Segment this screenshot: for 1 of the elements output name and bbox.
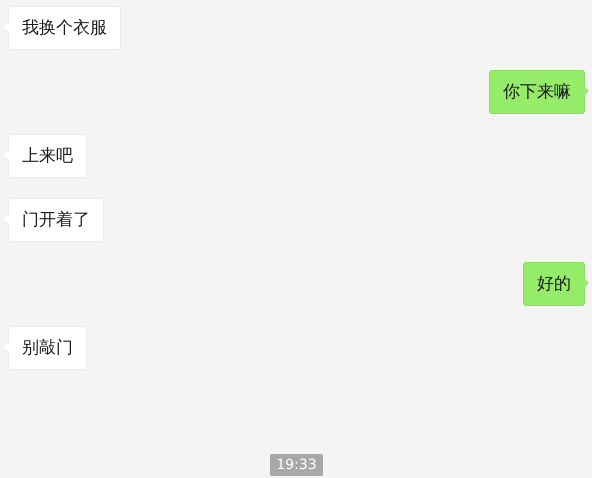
timestamp: 19:33: [270, 454, 323, 476]
